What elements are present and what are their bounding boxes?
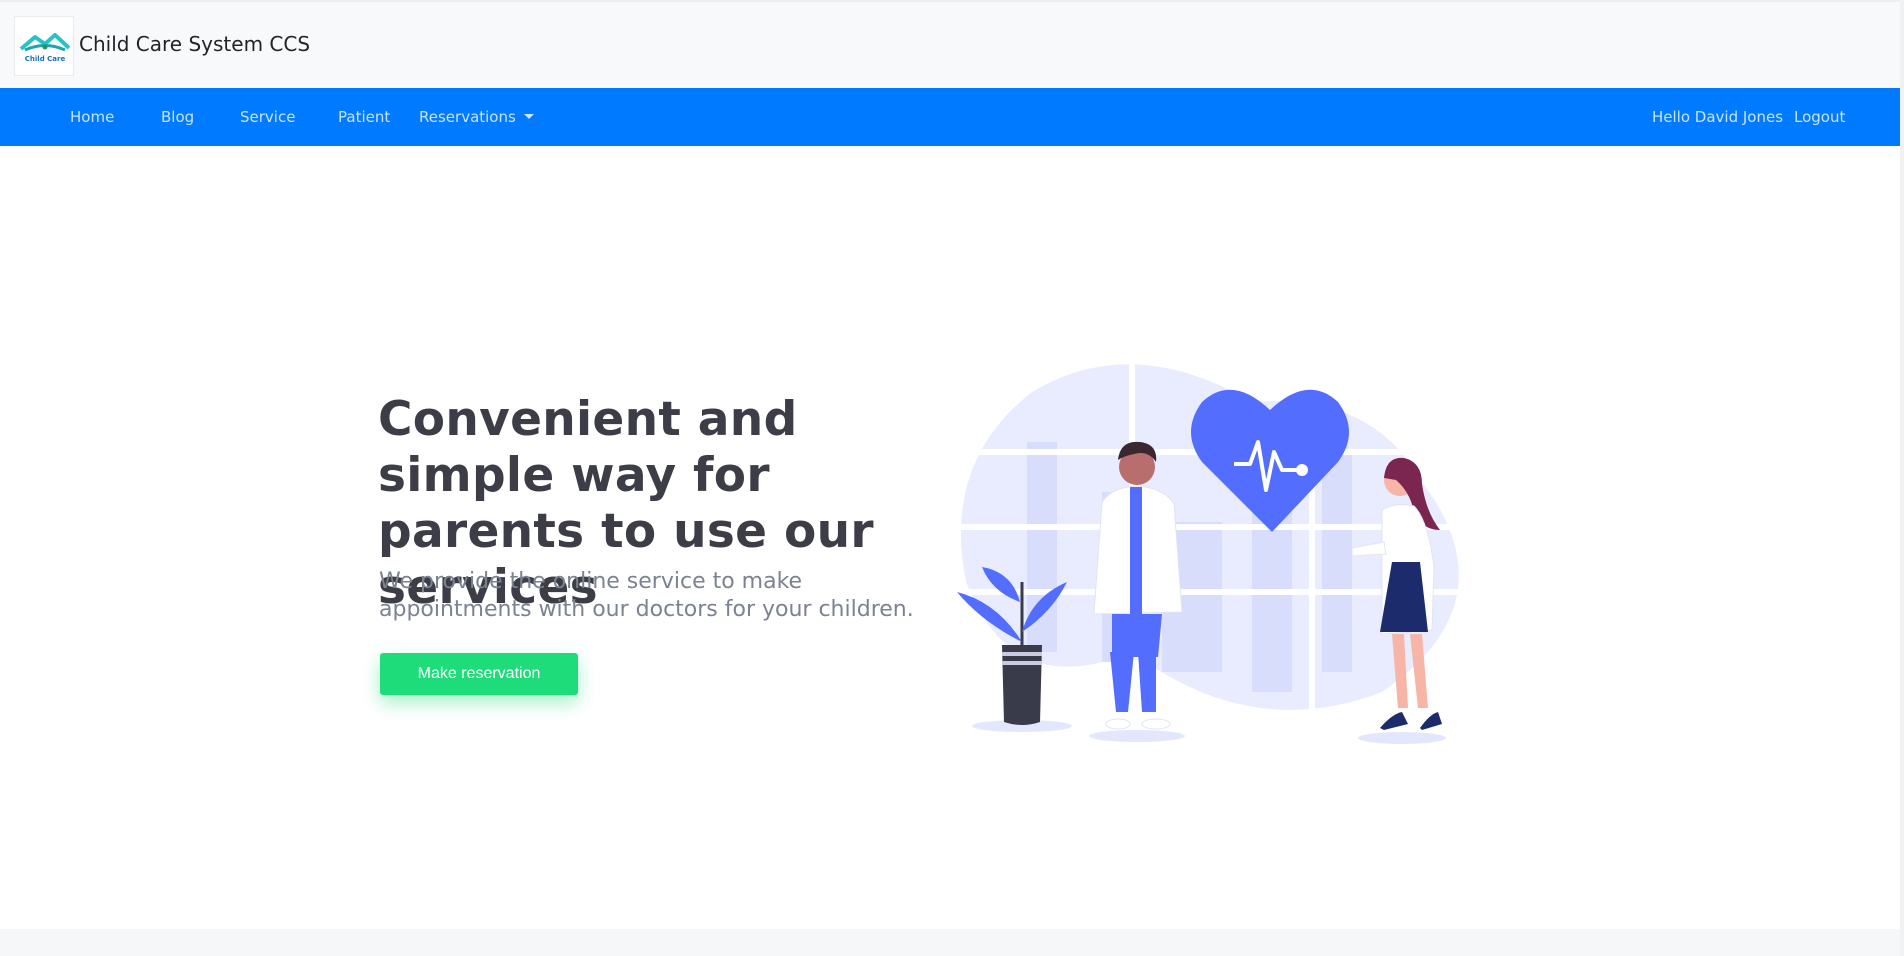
make-reservation-button[interactable]: Make reservation (380, 653, 578, 695)
nav-home[interactable]: Home (70, 108, 114, 126)
logo[interactable]: Child Care (14, 16, 74, 76)
main-navbar: Home Blog Service Patient Reservations H… (0, 88, 1904, 146)
footer-strip (0, 929, 1904, 956)
nav-reservations-dropdown[interactable]: Reservations (419, 108, 534, 126)
doctors-illustration (952, 352, 1512, 744)
nav-service[interactable]: Service (240, 108, 295, 126)
nav-blog[interactable]: Blog (161, 108, 194, 126)
page: Child Care Child Care System CCS Home Bl… (0, 0, 1904, 956)
nav-patient[interactable]: Patient (338, 108, 390, 126)
nav-logout[interactable]: Logout (1794, 108, 1845, 126)
caret-down-icon (523, 114, 534, 119)
hero-subtitle: We provide the online service to make ap… (379, 569, 914, 622)
child-care-logo-icon: Child Care (19, 33, 71, 63)
nav-reservations-label: Reservations (419, 108, 516, 126)
user-greeting[interactable]: Hello David Jones (1652, 108, 1783, 126)
logo-text: Child Care (25, 55, 66, 63)
brand-bar: Child Care Child Care System CCS (0, 0, 1904, 88)
brand-title[interactable]: Child Care System CCS (79, 32, 310, 56)
scrollbar[interactable] (1900, 0, 1904, 956)
